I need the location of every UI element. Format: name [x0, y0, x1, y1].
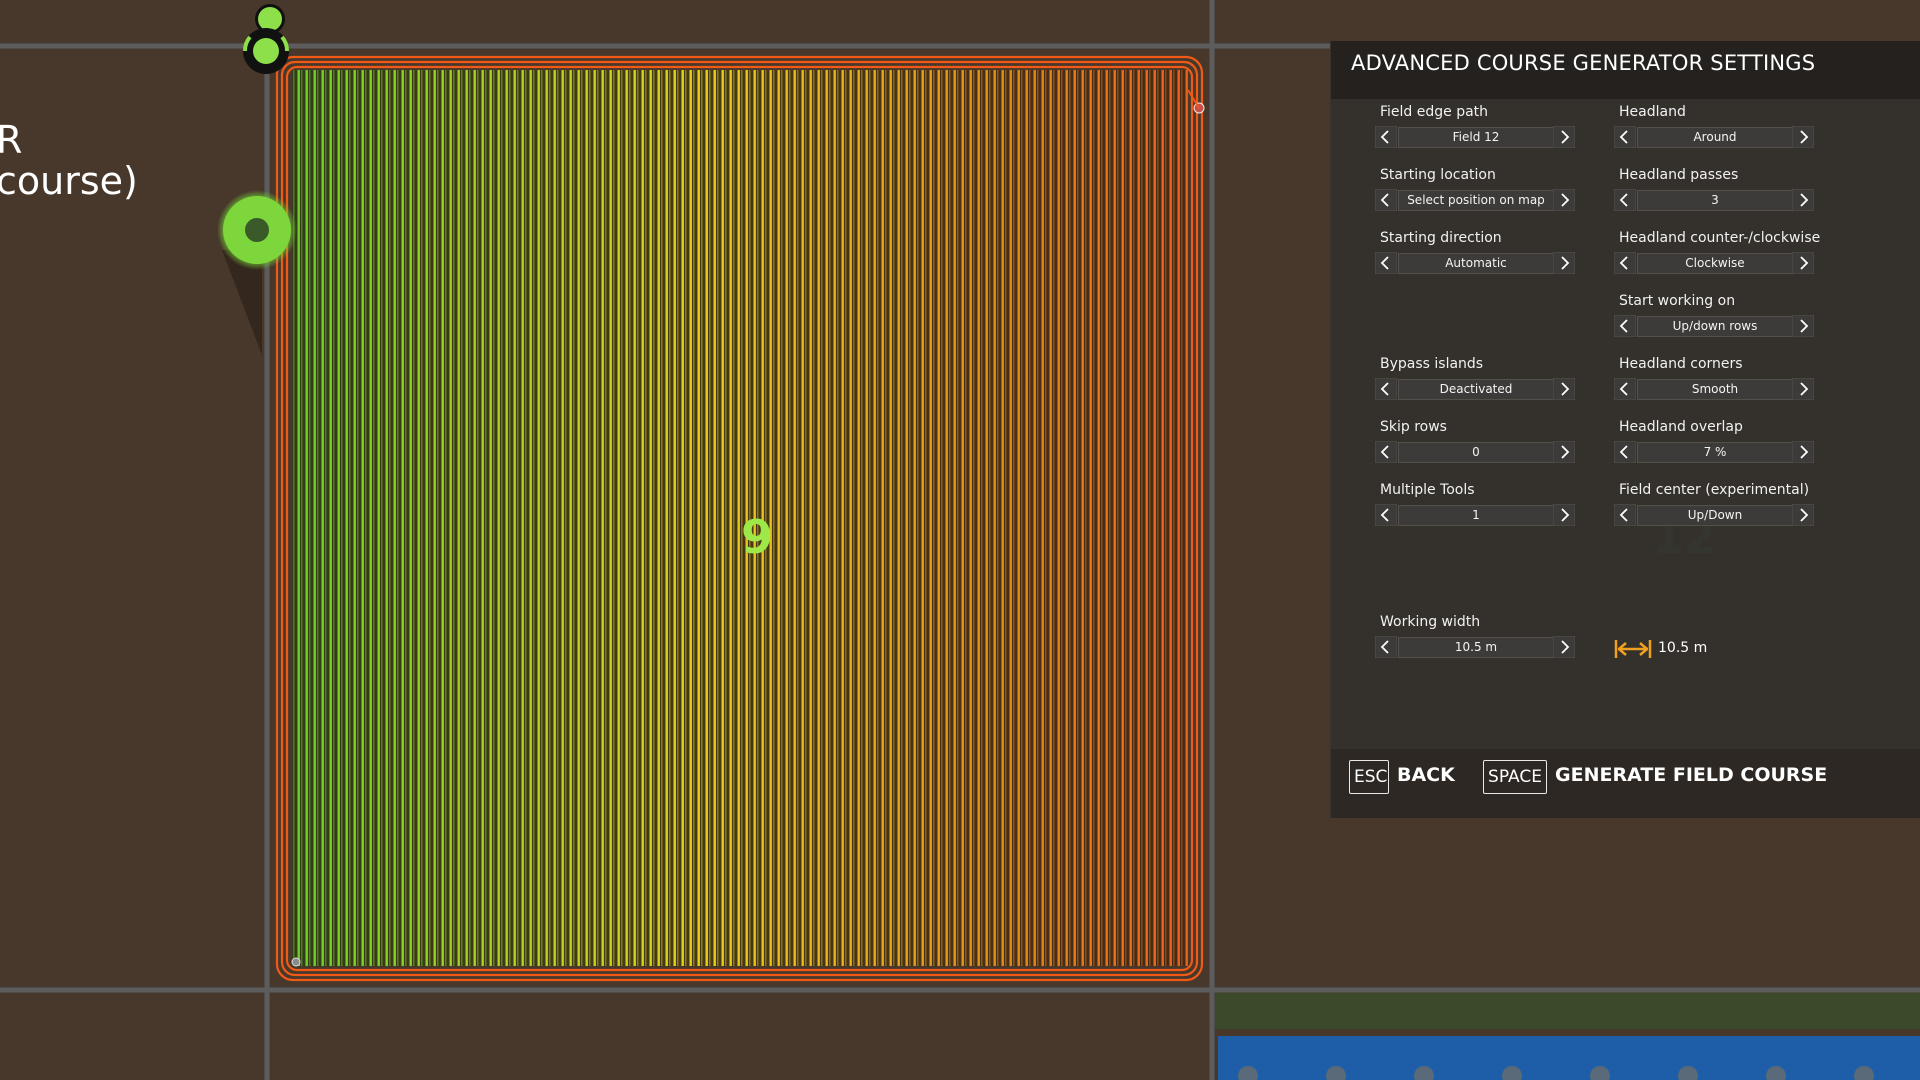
chevron-right-icon[interactable] — [1792, 441, 1814, 463]
width-arrows-icon — [1614, 640, 1652, 658]
setting-label: Skip rows — [1380, 419, 1447, 435]
headland-selector: Around — [1614, 126, 1814, 148]
chevron-right-icon[interactable] — [1553, 126, 1575, 148]
map-label-line2: course) — [0, 159, 138, 203]
setting-label: Field edge path — [1380, 104, 1489, 120]
chevron-left-icon[interactable] — [1614, 504, 1636, 526]
setting-label: Multiple Tools — [1380, 482, 1475, 498]
chevron-right-icon[interactable] — [1792, 378, 1814, 400]
chevron-left-icon[interactable] — [1375, 636, 1397, 658]
setting-label: Headland passes — [1619, 167, 1739, 183]
setting-start-working-on: Start working on Up/down rows — [1614, 293, 1819, 345]
setting-label: Field center (experimental) — [1619, 482, 1810, 498]
chevron-left-icon[interactable] — [1614, 126, 1636, 148]
headland-passes-selector: 3 — [1614, 189, 1814, 211]
chevron-left-icon[interactable] — [1375, 252, 1397, 274]
chevron-right-icon[interactable] — [1553, 189, 1575, 211]
back-button[interactable]: BACK — [1397, 764, 1455, 786]
setting-working-width: Working width 10.5 m — [1375, 614, 1580, 666]
skip-rows-selector: 0 — [1375, 441, 1575, 463]
field-edge-path-value: Field 12 — [1398, 127, 1554, 148]
setting-field-center: Field center (experimental) Up/Down — [1614, 482, 1819, 534]
setting-skip-rows: Skip rows 0 — [1375, 419, 1580, 471]
headland-value: Around — [1637, 127, 1793, 148]
water-area — [1218, 1036, 1920, 1080]
setting-label: Headland corners — [1619, 356, 1743, 372]
course-rows — [292, 70, 1188, 966]
panel-title: ADVANCED COURSE GENERATOR SETTINGS — [1351, 51, 1816, 75]
chevron-left-icon[interactable] — [1614, 189, 1636, 211]
start-working-on-selector: Up/down rows — [1614, 315, 1814, 337]
setting-starting-direction: Starting direction Automatic — [1375, 230, 1580, 282]
setting-headland-direction: Headland counter-/clockwise Clockwise — [1614, 230, 1821, 282]
chevron-left-icon[interactable] — [1614, 252, 1636, 274]
chevron-right-icon[interactable] — [1792, 126, 1814, 148]
multiple-tools-value: 1 — [1398, 505, 1554, 526]
setting-headland-corners: Headland corners Smooth — [1614, 356, 1819, 408]
setting-starting-location: Starting location Select position on map — [1375, 167, 1580, 219]
setting-headland-overlap: Headland overlap 7 % — [1614, 419, 1819, 471]
field-edge-path-selector: Field 12 — [1375, 126, 1575, 148]
map-label-line1: R — [0, 118, 23, 162]
chevron-right-icon[interactable] — [1553, 252, 1575, 274]
chevron-left-icon[interactable] — [1375, 504, 1397, 526]
chevron-left-icon[interactable] — [1614, 378, 1636, 400]
course-start-point — [291, 957, 301, 967]
setting-label: Starting direction — [1380, 230, 1502, 246]
field-center-selector: Up/Down — [1614, 504, 1814, 526]
field-number-9: 9 — [741, 510, 774, 564]
chevron-right-icon[interactable] — [1553, 636, 1575, 658]
bypass-islands-selector: Deactivated — [1375, 378, 1575, 400]
setting-label: Headland overlap — [1619, 419, 1743, 435]
space-key-button[interactable]: SPACE — [1483, 760, 1547, 794]
panel-header: ADVANCED COURSE GENERATOR SETTINGS — [1331, 41, 1920, 99]
chevron-right-icon[interactable] — [1553, 378, 1575, 400]
headland-overlap-value: 7 % — [1637, 442, 1793, 463]
setting-label: Working width — [1380, 614, 1481, 630]
setting-multiple-tools: Multiple Tools 1 — [1375, 482, 1580, 534]
working-width-value: 10.5 m — [1398, 637, 1554, 658]
headland-direction-selector: Clockwise — [1614, 252, 1814, 274]
headland-corners-value: Smooth — [1637, 379, 1793, 400]
setting-label: Bypass islands — [1380, 356, 1484, 372]
setting-field-edge-path: Field edge path Field 12 — [1375, 104, 1580, 156]
headland-direction-value: Clockwise — [1637, 253, 1793, 274]
chevron-right-icon[interactable] — [1792, 252, 1814, 274]
working-width-selector: 10.5 m — [1375, 636, 1575, 658]
generate-field-course-button[interactable]: GENERATE FIELD COURSE — [1555, 764, 1827, 786]
headland-corners-selector: Smooth — [1614, 378, 1814, 400]
chevron-left-icon[interactable] — [1375, 126, 1397, 148]
chevron-left-icon[interactable] — [1375, 441, 1397, 463]
setting-label: Headland counter-/clockwise — [1619, 230, 1821, 246]
headland-passes-value: 3 — [1637, 190, 1793, 211]
starting-direction-value: Automatic — [1398, 253, 1554, 274]
skip-rows-value: 0 — [1398, 442, 1554, 463]
grass-strip — [1215, 993, 1920, 1029]
setting-label: Start working on — [1619, 293, 1736, 309]
setting-headland-passes: Headland passes 3 — [1614, 167, 1819, 219]
chevron-right-icon[interactable] — [1792, 189, 1814, 211]
start-working-on-value: Up/down rows — [1637, 316, 1793, 337]
chevron-right-icon[interactable] — [1792, 504, 1814, 526]
setting-headland: Headland Around — [1614, 104, 1819, 156]
chevron-right-icon[interactable] — [1553, 504, 1575, 526]
chevron-left-icon[interactable] — [1375, 378, 1397, 400]
setting-bypass-islands: Bypass islands Deactivated — [1375, 356, 1580, 408]
bypass-islands-value: Deactivated — [1398, 379, 1554, 400]
starting-direction-selector: Automatic — [1375, 252, 1575, 274]
field-center-value: Up/Down — [1637, 505, 1793, 526]
chevron-right-icon[interactable] — [1792, 315, 1814, 337]
starting-location-selector: Select position on map — [1375, 189, 1575, 211]
chevron-left-icon[interactable] — [1375, 189, 1397, 211]
chevron-right-icon[interactable] — [1553, 441, 1575, 463]
headland-overlap-selector: 7 % — [1614, 441, 1814, 463]
chevron-left-icon[interactable] — [1614, 315, 1636, 337]
esc-key-button[interactable]: ESC — [1349, 760, 1389, 794]
setting-label: Starting location — [1380, 167, 1496, 183]
chevron-left-icon[interactable] — [1614, 441, 1636, 463]
working-width-readout: 10.5 m — [1658, 640, 1708, 656]
setting-label: Headland — [1619, 104, 1686, 120]
starting-location-value: Select position on map — [1398, 190, 1554, 211]
multiple-tools-selector: 1 — [1375, 504, 1575, 526]
